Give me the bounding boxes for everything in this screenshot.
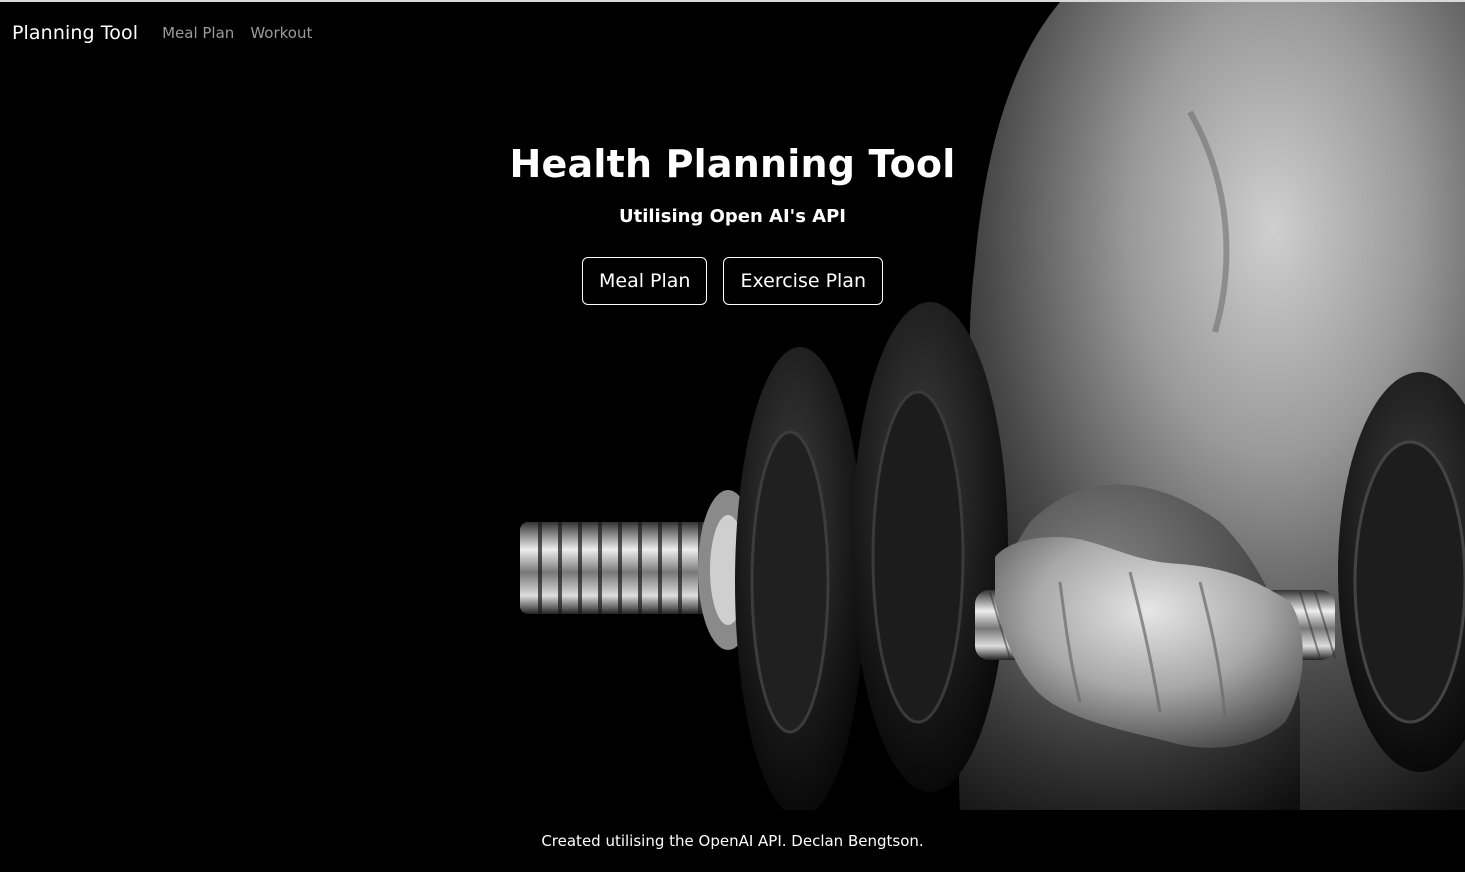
- brand-link[interactable]: Planning Tool: [12, 22, 138, 44]
- hero-button-row: Meal Plan Exercise Plan: [0, 257, 1465, 305]
- page-subtitle: Utilising Open AI's API: [619, 206, 846, 227]
- nav-link-workout[interactable]: Workout: [250, 24, 312, 42]
- hero-content: Health Planning Tool Utilising Open AI's…: [0, 142, 1465, 305]
- meal-plan-button[interactable]: Meal Plan: [582, 257, 708, 305]
- hero-section: Planning Tool Meal Plan Workout Health P…: [0, 2, 1465, 810]
- page-footer: Created utilising the OpenAI API. Declan…: [0, 810, 1465, 872]
- dumbbell-arm-photo: [520, 2, 1465, 810]
- top-navbar: Planning Tool Meal Plan Workout: [0, 16, 328, 50]
- footer-text: Created utilising the OpenAI API. Declan…: [541, 832, 924, 850]
- exercise-plan-button[interactable]: Exercise Plan: [723, 257, 883, 305]
- page-title: Health Planning Tool: [509, 142, 956, 186]
- nav-link-meal-plan[interactable]: Meal Plan: [162, 24, 234, 42]
